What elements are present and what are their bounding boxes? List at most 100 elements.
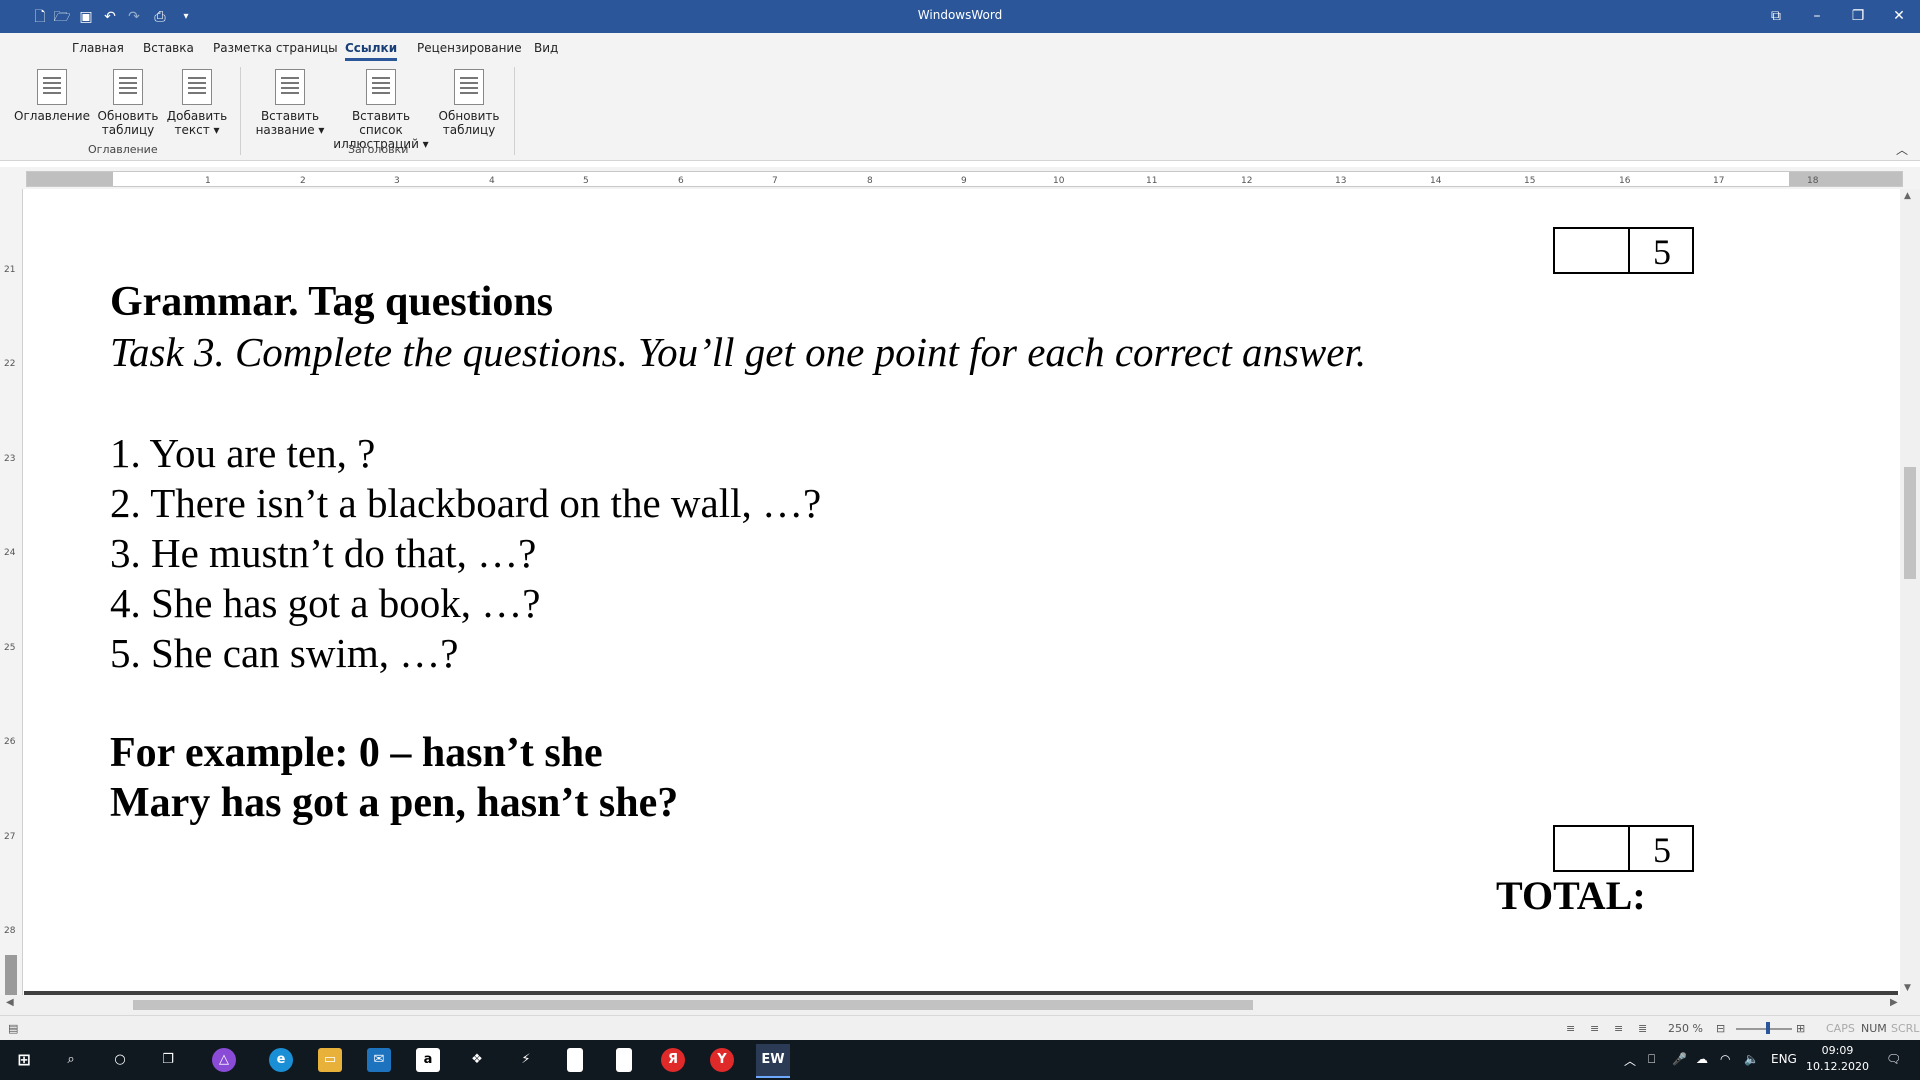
question-item[interactable]: 2. There isn’t a blackboard on the wall,…: [110, 479, 821, 527]
yandex-icon[interactable]: Я: [661, 1048, 685, 1072]
scroll-down-icon[interactable]: ▼: [1904, 983, 1911, 993]
align-center-icon[interactable]: ≡: [1590, 1022, 1599, 1035]
document-icon[interactable]: [567, 1048, 583, 1072]
microphone-icon[interactable]: 🎤: [1672, 1052, 1687, 1066]
status-bar: ▤ ≡ ≡ ≡ ≣ 250 % ⊟ ⊞ CAPS NUM SCRL: [0, 1015, 1920, 1041]
horizontal-scroll-thumb[interactable]: [133, 1000, 1253, 1010]
windows-start-icon[interactable]: ⊞: [12, 1048, 36, 1072]
insert-caption-icon: [275, 69, 305, 105]
clock-date: 10.12.2020: [1806, 1060, 1869, 1073]
ruler-tick: 27: [4, 832, 16, 842]
network-icon[interactable]: ◠: [1720, 1052, 1730, 1066]
group-separator: [514, 67, 515, 155]
minimize-icon[interactable]: –: [1797, 0, 1837, 33]
example-line[interactable]: For example: 0 – hasn’t she: [110, 729, 603, 777]
close-icon[interactable]: ✕: [1879, 0, 1919, 33]
tab-view[interactable]: Вид: [534, 41, 558, 55]
caps-indicator: CAPS: [1826, 1022, 1855, 1035]
add-text-button[interactable]: Добавить текст ▾: [157, 69, 237, 137]
tray-app-icon[interactable]: ⎕: [1648, 1052, 1655, 1067]
table-of-contents-icon: [37, 69, 67, 105]
heading[interactable]: Grammar. Tag questions: [110, 278, 553, 326]
ruler-tick: 17: [1713, 176, 1725, 186]
tab-review[interactable]: Рецензирование: [417, 41, 522, 55]
align-left-icon[interactable]: ≡: [1566, 1022, 1575, 1035]
app-arrow-icon[interactable]: ⚡: [514, 1048, 538, 1072]
question-item[interactable]: 5. She can swim, …?: [110, 629, 458, 677]
notifications-icon[interactable]: 🗨: [1886, 1052, 1901, 1066]
ribbon-display-icon[interactable]: ⧉: [1756, 0, 1796, 33]
ruler-left-margin: [27, 172, 113, 186]
insert-table-of-figures-button[interactable]: Вставить список иллюстраций ▾: [330, 69, 432, 151]
vertical-scrollbar[interactable]: ▲ ▼: [1900, 189, 1920, 995]
cortana-icon[interactable]: ○: [108, 1048, 132, 1072]
tab-home[interactable]: Главная: [72, 41, 124, 55]
zoom-level[interactable]: 250 %: [1668, 1022, 1703, 1035]
ruler-tick: 18: [1807, 176, 1819, 186]
horizontal-scrollbar[interactable]: ◀ ▶: [0, 995, 1920, 1015]
update-figures-table-button[interactable]: Обновить таблицу: [429, 69, 509, 137]
ruler-tick: 11: [1146, 176, 1158, 186]
scroll-left-icon[interactable]: ◀: [6, 997, 14, 1008]
score-box-divider: [1628, 827, 1630, 870]
collapse-ribbon-icon[interactable]: ︿: [1896, 141, 1908, 158]
update-table-icon: [113, 69, 143, 105]
update-table-button[interactable]: Обновить таблицу: [88, 69, 168, 137]
example-sentence[interactable]: Mary has got a pen, hasn’t she?: [110, 779, 678, 827]
windowsword-icon[interactable]: EW: [756, 1044, 790, 1078]
update-figures-table-icon: [454, 69, 484, 105]
ruler-bottom-margin: [5, 955, 17, 995]
ruler-track[interactable]: 1 2 3 4 5 6 7 8 9 10 11 12 13 14 15 16 1…: [26, 171, 1903, 187]
ruler-tick: 1: [205, 176, 211, 186]
tray-expand-icon[interactable]: ︿: [1624, 1052, 1636, 1069]
tab-references[interactable]: Ссылки: [345, 41, 398, 61]
title-bar: 🗋 🗁 ▣ ↶ ↷ ⎙ ▾ WindowsWord ⧉ – ❐ ✕: [0, 0, 1920, 33]
zoom-out-icon[interactable]: ⊟: [1716, 1022, 1725, 1035]
tab-page-layout[interactable]: Разметка страницы: [213, 41, 338, 55]
edge-icon[interactable]: e: [269, 1048, 293, 1072]
zoom-in-icon[interactable]: ⊞: [1796, 1022, 1805, 1035]
volume-icon[interactable]: 🔈: [1744, 1052, 1759, 1066]
mail-icon[interactable]: ✉: [367, 1048, 391, 1072]
insert-caption-button[interactable]: Вставить название ▾: [250, 69, 330, 137]
ruler-tick: 26: [4, 737, 16, 747]
task-instruction[interactable]: Task 3. Complete the questions. You’ll g…: [110, 328, 1366, 376]
onedrive-icon[interactable]: ☁: [1696, 1052, 1708, 1066]
question-item[interactable]: 4. She has got a book, …?: [110, 579, 540, 627]
ribbon-tabs: W Главная Вставка Разметка страницы Ссыл…: [0, 33, 1920, 89]
search-icon[interactable]: ⌕: [59, 1048, 83, 1072]
tab-insert[interactable]: Вставка: [143, 41, 194, 55]
restore-icon[interactable]: ❐: [1838, 0, 1878, 33]
justify-icon[interactable]: ≣: [1638, 1022, 1647, 1035]
ruler-tick: 4: [489, 176, 495, 186]
question-item[interactable]: 3. He mustn’t do that, …?: [110, 529, 536, 577]
file-explorer-icon[interactable]: ▭: [318, 1048, 342, 1072]
total-label[interactable]: TOTAL:: [1496, 872, 1646, 919]
ruler-tick: 25: [4, 643, 16, 653]
ruler-tick: 2: [300, 176, 306, 186]
vertical-scroll-thumb[interactable]: [1904, 467, 1916, 579]
align-right-icon[interactable]: ≡: [1614, 1022, 1623, 1035]
app-purple-icon[interactable]: △: [212, 1048, 236, 1072]
document-icon[interactable]: [616, 1048, 632, 1072]
ruler-tick: 7: [772, 176, 778, 186]
ruler-tick: 8: [867, 176, 873, 186]
add-text-icon: [182, 69, 212, 105]
task-view-icon[interactable]: ❐: [156, 1048, 180, 1072]
language-indicator[interactable]: ENG: [1771, 1052, 1797, 1066]
table-of-contents-button[interactable]: Оглавление: [12, 69, 92, 123]
dropbox-icon[interactable]: ❖: [465, 1048, 489, 1072]
zoom-slider-handle[interactable]: [1766, 1022, 1770, 1034]
zoom-slider[interactable]: [1736, 1028, 1792, 1030]
amazon-icon[interactable]: a: [416, 1048, 440, 1072]
ruler-tick: 13: [1335, 176, 1347, 186]
page-status-icon: ▤: [8, 1022, 19, 1035]
ruler-tick: 12: [1241, 176, 1253, 186]
clock[interactable]: 09:09 10.12.2020: [1806, 1043, 1869, 1075]
vertical-ruler: 21 22 23 24 25 26 27 28: [0, 189, 23, 995]
question-item[interactable]: 1. You are ten, ?: [110, 429, 375, 477]
scroll-right-icon[interactable]: ▶: [1890, 997, 1898, 1008]
scroll-up-icon[interactable]: ▲: [1904, 191, 1911, 201]
yandex-browser-icon[interactable]: Y: [710, 1048, 734, 1072]
clock-time: 09:09: [1821, 1044, 1854, 1057]
